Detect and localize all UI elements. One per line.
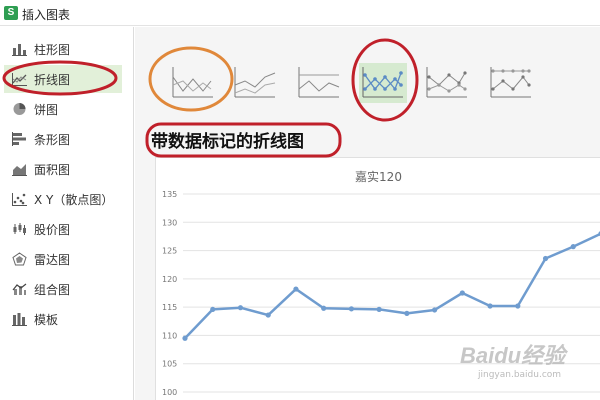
percent-stacked-line-with-markers-chart-icon [490,67,531,98]
data-point [570,244,576,250]
data-point [459,290,465,296]
scatter-chart-icon [12,193,27,206]
sidebar-item-area[interactable]: 面积图 [0,155,133,183]
sidebar-item-label: 股价图 [34,223,71,237]
y-tick-label: 110 [162,331,177,340]
subtype-stacked-line[interactable] [231,63,279,103]
selected-subtype-title: 带数据标记的折线图 [151,132,304,152]
sidebar-item-pie[interactable]: 饼图 [0,95,133,123]
title-bar: S 插入图表 [0,0,600,26]
watermark-subtext: jingyan.baidu.com [478,370,562,380]
y-tick-label: 105 [162,360,177,369]
data-point [265,312,271,318]
subtype-percent-stacked-line-with-markers[interactable] [487,63,535,103]
y-tick-label: 120 [162,275,177,284]
sidebar-item-radar[interactable]: 雷达图 [0,245,133,273]
sidebar-item-template[interactable]: 模板 [0,305,133,333]
line-with-markers-chart-icon [362,67,403,98]
sidebar-item-label: 饼图 [34,103,59,117]
sidebar-item-combo[interactable]: 组合图 [0,275,133,303]
sidebar-item-label: 柱形图 [34,43,71,57]
sidebar-item-label: 模板 [34,313,59,327]
sidebar-item-stock[interactable]: 股价图 [0,215,133,243]
combo-chart-icon [12,283,27,295]
data-point [210,306,216,313]
y-tick-label: 125 [162,247,177,256]
data-point [542,255,549,262]
series-line [184,232,600,340]
stacked-line-chart-icon [234,67,276,98]
subtype-stacked-line-with-markers[interactable] [423,63,471,103]
data-point [404,310,410,316]
sidebar-item-label: 雷达图 [34,253,71,267]
chart-type-sidebar: 柱形图 折线图 饼图 条形图 面积图 X Y（散点图） 股价图 雷达图 组合图 … [0,27,134,400]
data-point [376,306,382,313]
sidebar-item-bar[interactable]: 条形图 [0,125,133,153]
sidebar-item-label: X Y（散点图） [34,193,114,207]
sidebar-item-line[interactable]: 折线图 [4,65,122,93]
column-chart-icon [12,44,27,56]
y-tick-label: 135 [162,190,177,199]
sidebar-item-label: 条形图 [34,133,71,147]
data-point [487,303,493,309]
data-point [237,305,244,311]
line-chart-icon [12,73,27,86]
sidebar-item-label: 面积图 [34,163,71,177]
area-chart-icon [12,164,27,176]
data-point [293,286,299,292]
y-tick-label: 100 [162,388,177,397]
line-chart-variant-icon [172,67,213,98]
watermark-text: Baidu经验 [460,343,566,368]
subtype-percent-stacked-line[interactable] [295,63,343,103]
sidebar-item-column[interactable]: 柱形图 [0,35,133,63]
subtype-line-with-markers[interactable] [359,63,407,103]
radar-chart-icon [12,252,27,266]
data-point [321,305,327,311]
pie-chart-icon [13,103,26,115]
data-point [515,303,521,309]
watermark: Baidu经验 jingyan.baidu.com [460,338,600,388]
app-logo-icon: S [4,6,18,20]
sidebar-item-scatter[interactable]: X Y（散点图） [0,185,133,213]
data-point [432,307,438,313]
data-point [182,335,188,341]
y-tick-label: 115 [162,303,177,312]
sidebar-item-label: 折线图 [34,73,71,87]
bar-chart-icon [12,132,26,146]
y-tick-label: 130 [162,218,177,227]
data-point [348,306,354,312]
window-title: 插入图表 [22,8,71,22]
stock-chart-icon [13,223,26,235]
template-icon [12,313,27,326]
percent-stacked-line-chart-icon [298,67,340,98]
stacked-line-with-markers-chart-icon [426,67,467,98]
sidebar-item-label: 组合图 [34,283,71,297]
subtype-line[interactable] [169,63,217,103]
